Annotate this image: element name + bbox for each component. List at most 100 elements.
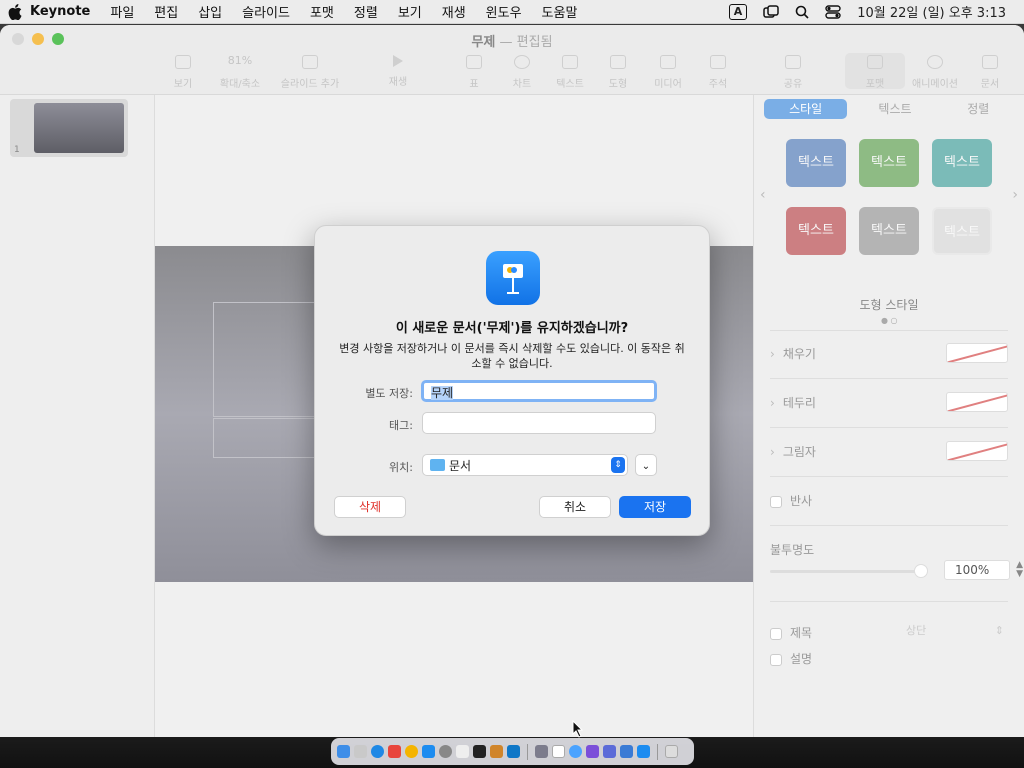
shape-style-teal[interactable]: 텍스트	[932, 139, 992, 187]
input-source-icon[interactable]: A	[728, 3, 748, 20]
title-position-value: 상단	[906, 624, 927, 637]
photo-booth-icon[interactable]	[388, 745, 401, 758]
vscode-icon[interactable]	[507, 745, 520, 758]
slide-thumbnail[interactable]: 1	[10, 99, 128, 157]
inspector-tabs: 스타일 텍스트 정렬	[758, 99, 1020, 119]
textedit-icon[interactable]	[456, 745, 469, 758]
shape-style-green[interactable]: 텍스트	[859, 139, 919, 187]
dock	[331, 738, 694, 765]
menu-play[interactable]: 재생	[442, 2, 466, 21]
menu-app-name[interactable]: Keynote	[30, 4, 90, 19]
opacity-field[interactable]: 100% ▲ ▼	[944, 560, 1023, 580]
expand-dialog-button[interactable]: ⌄	[635, 454, 657, 476]
opacity-slider-thumb[interactable]	[914, 564, 928, 578]
menu-insert[interactable]: 삽입	[198, 2, 222, 21]
toolbar-add-slide-button[interactable]: 슬라이드 추가	[278, 53, 342, 90]
divider	[770, 601, 1008, 602]
border-swatch[interactable]	[946, 392, 1008, 412]
simulator-icon[interactable]	[603, 745, 616, 758]
toolbar-label: 텍스트	[556, 79, 584, 90]
format-inspector: 스타일 텍스트 정렬 ‹ › 텍스트 텍스트 텍스트 텍스트 텍스트 텍스트 도…	[753, 95, 1024, 737]
window-switcher-icon[interactable]	[763, 4, 779, 19]
finder-icon[interactable]	[337, 745, 350, 758]
shape-style-blue[interactable]: 텍스트	[786, 139, 846, 187]
menu-bar: Keynote 파일 편집 삽입 슬라이드 포맷 정렬 보기 재생 윈도우 도움…	[0, 0, 1024, 24]
apple-icon[interactable]	[8, 3, 22, 20]
reflection-row[interactable]: 반사	[770, 492, 1008, 509]
shape-style-gray[interactable]: 텍스트	[859, 207, 919, 255]
control-center-icon[interactable]	[825, 4, 841, 19]
visual-studio-icon[interactable]	[586, 745, 599, 758]
spotlight-search-icon[interactable]	[795, 5, 809, 19]
toolbar-play-button[interactable]: 재생	[368, 53, 428, 88]
tab-arrange[interactable]: 정렬	[937, 99, 1020, 119]
menu-edit[interactable]: 편집	[154, 2, 178, 21]
menu-view[interactable]: 보기	[398, 2, 422, 21]
menu-window[interactable]: 윈도우	[486, 2, 522, 21]
keynote-dock-icon[interactable]	[637, 745, 650, 758]
menu-slide[interactable]: 슬라이드	[242, 2, 290, 21]
title-checkbox[interactable]	[770, 627, 782, 640]
location-select[interactable]: 문서 ⇕	[422, 454, 628, 476]
toolbar-label: 표	[469, 79, 479, 90]
preview-icon[interactable]	[552, 745, 565, 758]
chevron-right-icon[interactable]: ›	[1012, 187, 1018, 203]
chart-icon	[514, 55, 530, 69]
delete-button[interactable]: 삭제	[334, 496, 406, 518]
screen-sharing-icon[interactable]	[535, 745, 548, 758]
reflection-checkbox[interactable]	[770, 495, 782, 508]
menu-arrange[interactable]: 정렬	[354, 2, 378, 21]
shape-style-red[interactable]: 텍스트	[786, 207, 846, 255]
app-store-icon[interactable]	[422, 745, 435, 758]
subtitle-placeholder[interactable]	[213, 418, 317, 458]
dialog-title: 이 새로운 문서('무제')를 유지하겠습니까?	[395, 321, 629, 336]
tab-style[interactable]: 스타일	[764, 99, 848, 119]
caption-checkbox[interactable]	[770, 653, 782, 666]
toolbar-label: 미디어	[654, 79, 682, 90]
upload-icon[interactable]	[569, 745, 582, 758]
shadow-swatch[interactable]	[946, 441, 1008, 461]
tab-text[interactable]: 텍스트	[853, 99, 936, 119]
border-row[interactable]: › 테두리	[770, 392, 1008, 412]
instruments-icon[interactable]	[490, 745, 503, 758]
shadow-row[interactable]: › 그림자	[770, 441, 1008, 461]
opacity-slider[interactable]	[770, 564, 928, 578]
trash-icon[interactable]	[665, 745, 678, 758]
terminal-icon[interactable]	[473, 745, 486, 758]
chrome-icon[interactable]	[405, 745, 418, 758]
cancel-button[interactable]: 취소	[539, 496, 611, 518]
menu-format[interactable]: 포맷	[310, 2, 334, 21]
document-status: — 편집됨	[499, 35, 553, 50]
xcode-icon[interactable]	[620, 745, 633, 758]
title-row[interactable]: 제목 상단 ⇕	[770, 624, 1008, 641]
page-indicator[interactable]: ● ○	[881, 316, 898, 325]
toolbar-comment-button[interactable]: 주석	[688, 53, 748, 90]
toolbar-animate-button[interactable]: 애니메이션	[905, 53, 965, 90]
shape-style-light[interactable]: 텍스트	[932, 207, 992, 255]
fill-row[interactable]: › 채우기	[770, 343, 1008, 363]
divider	[770, 330, 1008, 331]
menu-help[interactable]: 도움말	[542, 2, 578, 21]
toolbar-format-button[interactable]: 포맷	[845, 53, 905, 90]
border-label: 테두리	[782, 396, 816, 410]
system-settings-icon[interactable]	[439, 745, 452, 758]
disclosure-icon: ›	[770, 396, 775, 410]
shape-style-label: 도형 스타일	[859, 298, 919, 312]
toolbar-zoom-button[interactable]: 81% 확대/축소	[208, 53, 272, 90]
fill-swatch[interactable]	[946, 343, 1008, 363]
title-position-select[interactable]: 상단 ⇕	[896, 622, 1008, 640]
toolbar-view-button[interactable]: 보기	[153, 53, 213, 90]
toolbar-share-button[interactable]: 공유	[763, 53, 823, 90]
save-as-field[interactable]: 무제	[421, 380, 657, 402]
title-placeholder[interactable]	[213, 302, 317, 417]
clock[interactable]: 10월 22일 (일) 오후 3:13	[857, 2, 1006, 21]
safari-icon[interactable]	[371, 745, 384, 758]
tags-field[interactable]	[422, 412, 656, 434]
save-button[interactable]: 저장	[619, 496, 691, 518]
launchpad-icon[interactable]	[354, 745, 367, 758]
menu-file[interactable]: 파일	[110, 2, 134, 21]
toolbar-document-button[interactable]: 문서	[960, 53, 1020, 90]
caption-row[interactable]: 설명	[770, 650, 1008, 667]
chevron-left-icon[interactable]: ‹	[760, 187, 766, 203]
stepper-icon[interactable]: ▲ ▼	[1016, 561, 1023, 579]
